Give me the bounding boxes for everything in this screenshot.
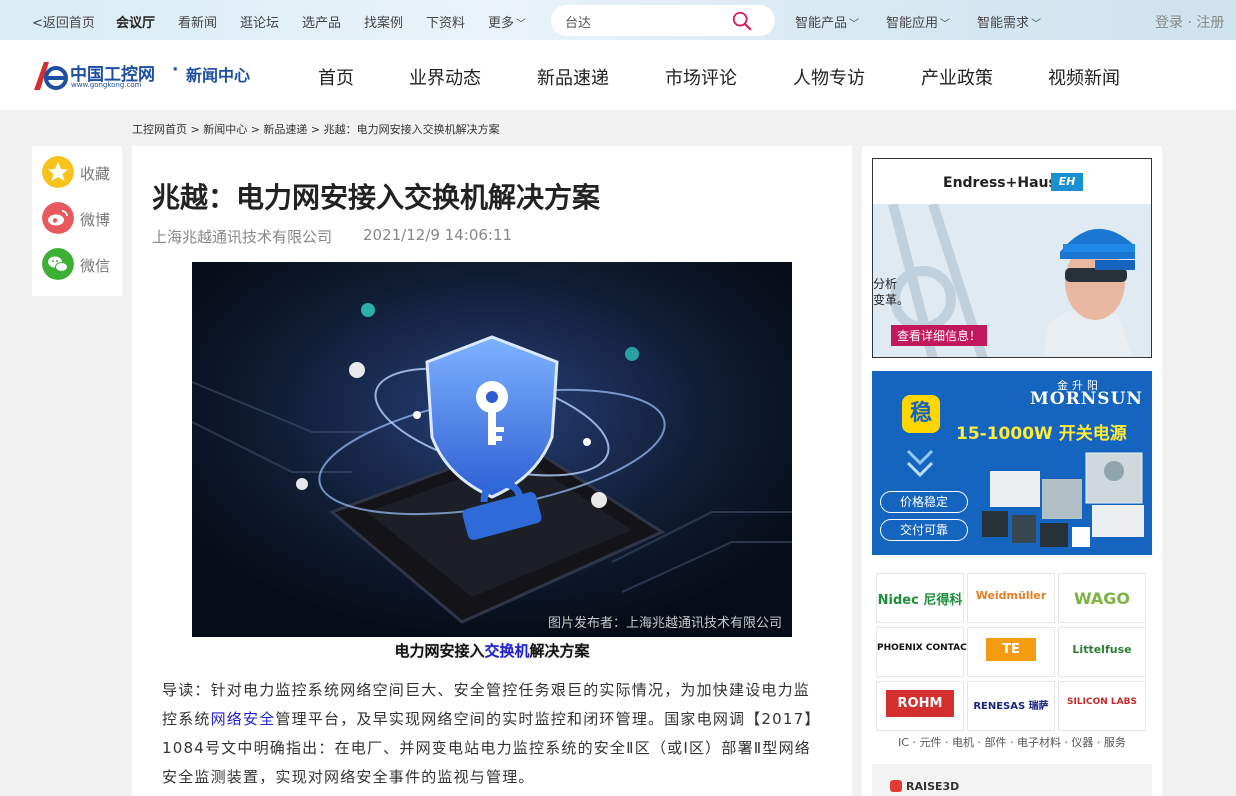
search-input[interactable] [565, 12, 725, 30]
nav-interviews[interactable]: 人物专访 [793, 64, 865, 90]
share-weibo-button[interactable]: 微博 [42, 202, 122, 234]
security-shield-illustration [192, 262, 792, 637]
brand-tile-renesas[interactable]: RENESAS 瑞萨 [967, 681, 1055, 731]
ad-endress-hauser[interactable]: Endress+Hauser EH 分析 变革。 查看详细信息！ [872, 158, 1152, 358]
nav-new-products[interactable]: 新品速递 [537, 64, 609, 90]
topbar-link-products[interactable]: 选产品 [302, 12, 341, 31]
brand-name: PHOENIX CONTACT [877, 643, 973, 653]
more-label: 更多 [488, 16, 515, 31]
site-logo[interactable]: 中国工控网 www.gongkong.com · 新闻中心 [32, 56, 262, 96]
caption-text: 电力网安接入 [394, 642, 485, 660]
ad2-badge: 稳 [902, 395, 940, 433]
share-favorite-label: 收藏 [80, 165, 111, 183]
brand-tile-silicon-labs[interactable]: SILICON LABS [1058, 681, 1146, 731]
right-sidebar: Endress+Hauser EH 分析 变革。 查看详细信息！ 金升阳 MOR… [862, 146, 1162, 796]
topbar-dropdown-smart-needs[interactable]: 智能需求 ﹀ [977, 12, 1041, 31]
ad1-details-button[interactable]: 查看详细信息！ [891, 325, 988, 346]
brand-tile-wago[interactable]: WAGO [1058, 573, 1146, 623]
nav-home[interactable]: 首页 [318, 64, 354, 90]
article-panel: 兆越：电力网安接入交换机解决方案 上海兆越通讯技术有限公司 2021/12/9 … [132, 146, 852, 796]
brand-name: RENESAS 瑞萨 [973, 701, 1049, 712]
brand-name: ROHM [885, 690, 955, 717]
topbar-link-cases[interactable]: 找案例 [364, 12, 403, 31]
ad2-pill: 交付可靠 [880, 519, 968, 541]
login-register-link[interactable]: 登录 · 注册 [1155, 12, 1224, 32]
article-title: 兆越：电力网安接入交换机解决方案 [152, 181, 601, 214]
chevron-down-icon: ﹀ [1031, 19, 1042, 30]
logo-separator: · [172, 60, 179, 80]
ad1-text-line: 分析 [873, 277, 898, 291]
ad-raise3d[interactable]: RAISE3D [872, 764, 1152, 796]
site-header: 中国工控网 www.gongkong.com · 新闻中心 首页 业界动态 新品… [0, 40, 1236, 110]
share-panel: 收藏 微博 微信 [32, 146, 122, 296]
chevron-down-icon: ﹀ [849, 19, 860, 30]
topbar-dropdown-smart-apps[interactable]: 智能应用 ﹀ [886, 12, 950, 31]
image-credit: 图片发布者：上海兆越通讯技术有限公司 [547, 616, 782, 631]
chevron-down-icon: ﹀ [940, 19, 951, 30]
nav-policy[interactable]: 产业政策 [921, 64, 993, 90]
chevron-down-icon: ﹀ [516, 19, 527, 30]
brand-tile-littelfuse[interactable]: Littelfuse [1058, 627, 1146, 677]
weibo-icon [42, 202, 74, 234]
wechat-icon [42, 248, 74, 280]
raise3d-logo-icon [890, 780, 902, 792]
caption-text: 解决方案 [529, 642, 590, 660]
image-caption: 电力网安接入交换机解决方案 [132, 640, 852, 661]
brand-name: Weidmüller [975, 589, 1047, 602]
search-box [551, 5, 775, 36]
brand-tile-rohm[interactable]: ROHM [876, 681, 964, 731]
dropdown-label: 智能需求 [977, 16, 1030, 31]
article-lead: 导读：针对电力监控系统网络空间巨大、安全管控任务艰巨的实际情况，为加快建设电力监… [162, 676, 822, 792]
search-icon[interactable] [731, 10, 753, 32]
ad1-text-line: 变革。 [873, 293, 910, 307]
share-weibo-label: 微博 [80, 211, 111, 229]
nav-video-news[interactable]: 视频新闻 [1048, 64, 1120, 90]
back-home-link[interactable]: <返回首页 [32, 12, 95, 31]
nav-industry-news[interactable]: 业界动态 [409, 64, 481, 90]
nav-market-review[interactable]: 市场评论 [665, 64, 737, 90]
section-name: 新闻中心 [186, 66, 251, 85]
top-bar: <返回首页 会议厅 看新闻 逛论坛 选产品 找案例 下资料 更多﹀ 智能产品﹀ … [0, 0, 1236, 40]
power-supply-products-image [982, 452, 1144, 547]
dropdown-label: 智能应用 [886, 16, 939, 31]
topbar-dropdown-smart-products[interactable]: 智能产品 ﹀ [795, 12, 859, 31]
topbar-link-forum[interactable]: 逛论坛 [240, 12, 279, 31]
topbar-link-conference[interactable]: 会议厅 [116, 12, 155, 31]
ad1-brand-badge: EH [1051, 173, 1083, 191]
share-wechat-button[interactable]: 微信 [42, 248, 122, 280]
brand-name: WAGO [1073, 589, 1131, 608]
down-arrows-icon [906, 449, 934, 478]
logo-url: www.gongkong.com [71, 81, 142, 89]
star-icon [42, 156, 74, 188]
brand-tile-te[interactable]: TE [967, 627, 1055, 677]
article-hero-image: 图片发布者：上海兆越通讯技术有限公司 [192, 262, 792, 637]
ad2-pill: 价格稳定 [880, 491, 968, 513]
topbar-link-downloads[interactable]: 下资料 [426, 12, 465, 31]
brand-tile-phoenix-contact[interactable]: PHOENIX CONTACT [876, 627, 973, 677]
article-source[interactable]: 上海兆越通讯技术有限公司 [152, 226, 332, 247]
share-favorite-button[interactable]: 收藏 [42, 156, 122, 188]
breadcrumb[interactable]: 工控网首页 > 新闻中心 > 新品速递 > 兆越：电力网安接入交换机解决方案 [132, 121, 500, 137]
brand-name: TE [986, 638, 1036, 661]
article-date: 2021/12/9 14:06:11 [363, 226, 513, 244]
ad2-headline: 15-1000W 开关电源 [956, 424, 1127, 444]
logo-mark-icon [34, 62, 68, 90]
brand-name: SILICON LABS [1067, 697, 1137, 707]
brand-name: Littelfuse [1072, 643, 1132, 656]
share-wechat-label: 微信 [80, 257, 111, 275]
ad-mornsun[interactable]: 金升阳 MORNSUN 稳 15-1000W 开关电源 价格稳定 交付可靠 [872, 371, 1152, 555]
caption-keyword-link[interactable]: 交换机 [484, 642, 529, 660]
lead-keyword-link[interactable]: 网络安全 [211, 710, 276, 728]
brand-name: Nidec 尼得科 [877, 593, 963, 608]
ad3-label: RAISE3D [906, 780, 960, 793]
brand-tile-nidec[interactable]: Nidec 尼得科 [876, 573, 964, 623]
brand-caption: IC · 元件 · 电机 · 部件 · 电子材料 · 仪器 · 服务 [898, 736, 1126, 749]
ad2-brand-en: MORNSUN [1030, 389, 1143, 409]
topbar-link-news[interactable]: 看新闻 [178, 12, 217, 31]
dropdown-label: 智能产品 [795, 16, 848, 31]
topbar-more-menu[interactable]: 更多 ﹀ [488, 12, 526, 31]
brand-tile-weidmuller[interactable]: Weidmüller [967, 573, 1055, 623]
